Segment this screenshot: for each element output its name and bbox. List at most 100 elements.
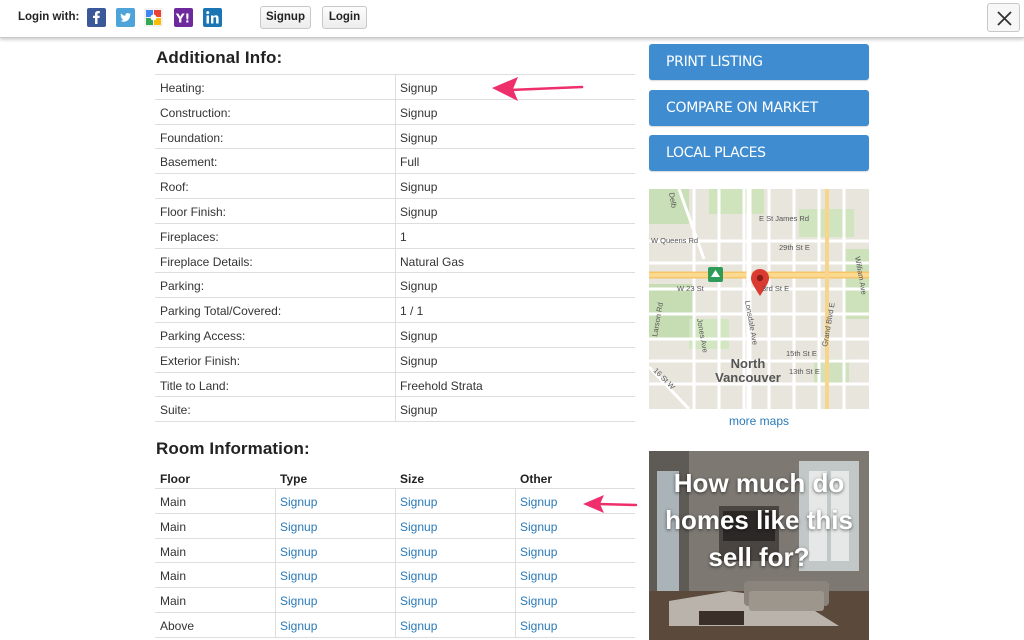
signup-link[interactable]: Signup xyxy=(520,520,557,534)
column-divider xyxy=(395,489,396,513)
column-divider xyxy=(515,612,516,637)
info-label: Parking: xyxy=(160,279,205,294)
room-row: Above Signup Signup Signup xyxy=(155,612,635,638)
signup-link[interactable]: Signup xyxy=(400,569,437,583)
info-row: Roof: Signup xyxy=(155,174,635,199)
column-divider xyxy=(275,538,276,563)
info-row: Construction: Signup xyxy=(155,99,635,125)
room-row: Main Signup Signup Signup xyxy=(155,588,635,613)
local-places-button[interactable]: LOCAL PLACES xyxy=(649,135,869,171)
print-listing-button[interactable]: PRINT LISTING xyxy=(649,44,869,80)
signup-link[interactable]: Signup xyxy=(400,81,437,95)
info-row: Suite: Signup xyxy=(155,397,635,423)
column-divider xyxy=(275,513,276,538)
twitter-icon[interactable] xyxy=(116,8,135,27)
room-table-header: Floor Type Size Other xyxy=(155,466,635,489)
column-divider xyxy=(395,298,396,322)
signup-link[interactable]: Signup xyxy=(400,594,437,608)
compare-on-market-button[interactable]: COMPARE ON MARKET xyxy=(649,90,869,126)
map-label: Grand Blvd E xyxy=(820,302,837,347)
login-button[interactable]: Login xyxy=(322,6,367,29)
info-value: 1 xyxy=(400,229,407,244)
more-maps-link[interactable]: more maps xyxy=(649,414,869,428)
info-label: Roof: xyxy=(160,180,189,195)
column-divider xyxy=(395,99,396,124)
column-divider xyxy=(395,248,396,273)
info-value: Natural Gas xyxy=(400,254,465,269)
signup-link[interactable]: Signup xyxy=(280,594,317,608)
signup-link[interactable]: Signup xyxy=(520,619,557,633)
signup-link[interactable]: Signup xyxy=(400,131,437,145)
column-divider xyxy=(395,198,396,223)
close-icon xyxy=(997,11,1012,26)
room-floor: Main xyxy=(160,519,187,534)
room-floor: Main xyxy=(160,569,187,584)
signup-link[interactable]: Signup xyxy=(400,545,437,559)
column-divider xyxy=(515,489,516,513)
column-divider xyxy=(395,563,396,588)
signup-link[interactable]: Signup xyxy=(400,354,437,368)
signup-link[interactable]: Signup xyxy=(400,329,437,343)
map-label: 15th St E xyxy=(786,349,817,358)
signup-link[interactable]: Signup xyxy=(520,545,557,559)
column-divider xyxy=(395,149,396,174)
annotation-arrow-icon xyxy=(492,77,584,101)
info-row: Foundation: Signup xyxy=(155,124,635,150)
info-row: Parking: Signup xyxy=(155,273,635,299)
signup-link[interactable]: Signup xyxy=(400,403,437,417)
info-row: Parking Access: Signup xyxy=(155,322,635,348)
signup-link[interactable]: Signup xyxy=(400,619,437,633)
map-label: Larson Rd xyxy=(650,302,665,338)
facebook-icon[interactable] xyxy=(87,8,106,27)
column-divider xyxy=(515,588,516,612)
header-size: Size xyxy=(400,472,425,486)
signup-link[interactable]: Signup xyxy=(520,594,557,608)
info-label: Suite: xyxy=(160,403,191,418)
close-button[interactable] xyxy=(987,3,1020,32)
yahoo-icon[interactable]: Y! xyxy=(174,8,193,27)
room-row: Main Signup Signup Signup xyxy=(155,513,635,539)
signup-button[interactable]: Signup xyxy=(260,6,311,29)
info-value: 1 / 1 xyxy=(400,304,424,319)
signup-link[interactable]: Signup xyxy=(400,180,437,194)
column-divider xyxy=(395,372,396,397)
signup-link[interactable]: Signup xyxy=(400,205,437,219)
column-divider xyxy=(275,612,276,637)
column-divider xyxy=(275,563,276,588)
column-divider xyxy=(395,513,396,538)
info-label: Basement: xyxy=(160,155,218,170)
column-divider xyxy=(395,223,396,248)
additional-info-table: Heating: Signup Construction: Signup Foundat… xyxy=(155,74,635,423)
linkedin-icon[interactable] xyxy=(203,8,222,27)
signup-link[interactable]: Signup xyxy=(280,495,317,509)
location-map[interactable]: E St James Rd W Queens Rd 29th St E W 23… xyxy=(649,189,869,409)
login-with-label: Login with: xyxy=(18,11,80,23)
header-type: Type xyxy=(280,472,308,486)
signup-link[interactable]: Signup xyxy=(400,495,437,509)
signup-link[interactable]: Signup xyxy=(280,619,317,633)
signup-link[interactable]: Signup xyxy=(280,569,317,583)
home-value-promo-banner[interactable]: How much do homes like this sell for? xyxy=(649,451,869,640)
google-icon[interactable] xyxy=(144,8,163,27)
column-divider xyxy=(515,563,516,588)
info-label: Fireplaces: xyxy=(160,229,219,244)
signup-link[interactable]: Signup xyxy=(400,279,437,293)
column-divider xyxy=(395,588,396,612)
signup-link[interactable]: Signup xyxy=(520,569,557,583)
promo-headline: How much do homes like this sell for? xyxy=(665,468,853,572)
signup-link[interactable]: Signup xyxy=(280,520,317,534)
map-label: 29th St E xyxy=(779,243,810,252)
map-label: 3rd St E xyxy=(762,284,789,293)
info-row: Title to Land: Freehold Strata xyxy=(155,372,635,398)
info-label: Floor Finish: xyxy=(160,204,227,219)
info-row: Fireplace Details: Natural Gas xyxy=(155,248,635,274)
map-city-label: North xyxy=(731,356,766,371)
room-info-heading: Room Information: xyxy=(156,439,310,458)
signup-link[interactable]: Signup xyxy=(280,545,317,559)
signup-link[interactable]: Signup xyxy=(400,520,437,534)
map-label: Delb xyxy=(667,192,679,209)
column-divider xyxy=(395,397,396,422)
signup-link[interactable]: Signup xyxy=(400,106,437,120)
signup-link[interactable]: Signup xyxy=(520,495,557,509)
column-divider xyxy=(515,538,516,563)
